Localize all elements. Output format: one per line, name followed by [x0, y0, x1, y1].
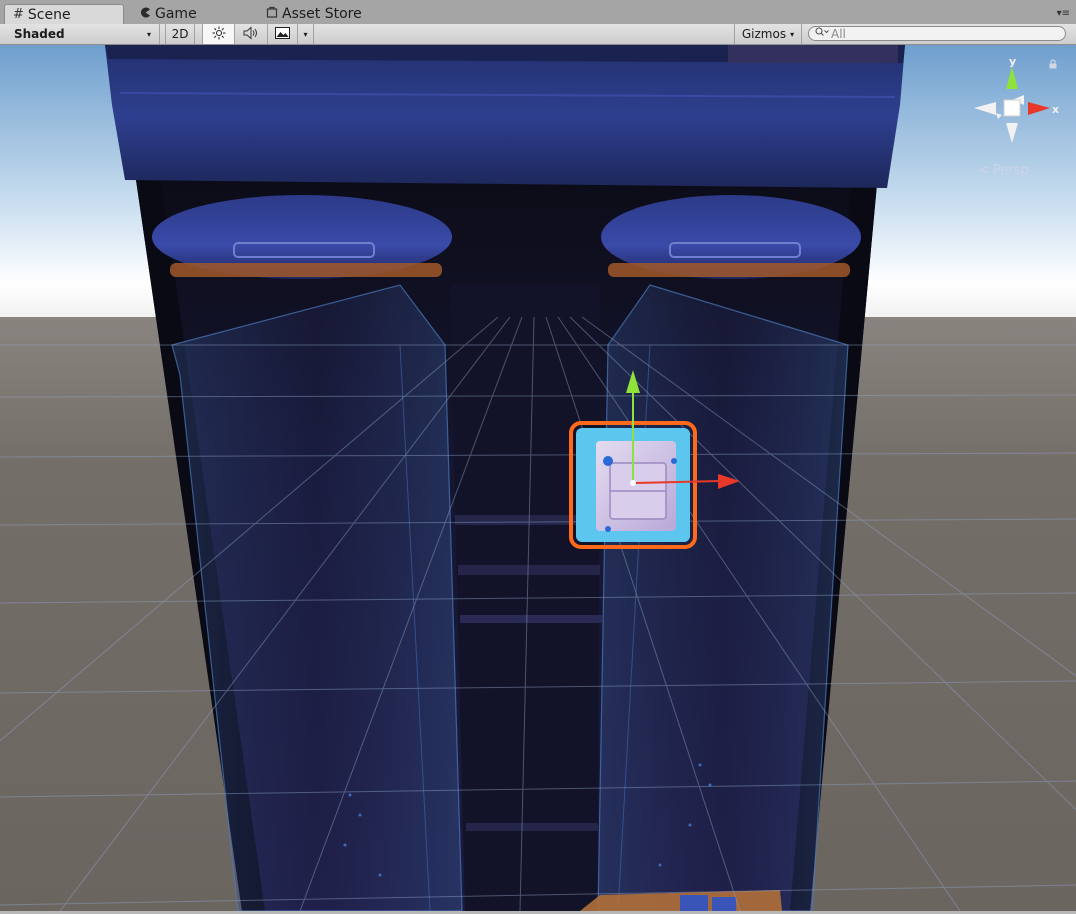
tab-scene[interactable]: # Scene	[4, 4, 124, 24]
gizmo-x-cone[interactable]	[1028, 102, 1050, 115]
2d-mode-toggle[interactable]: 2D	[165, 24, 195, 44]
persp-label: Persp	[993, 163, 1029, 178]
game-pacman-icon	[140, 7, 151, 22]
draw-mode-label: Shaded	[14, 27, 65, 41]
tab-asset-store-label: Asset Store	[282, 6, 362, 22]
scene-audio-toggle[interactable]	[235, 24, 268, 44]
gizmo-x-label: x	[1052, 103, 1059, 116]
scene-search-field[interactable]	[808, 26, 1066, 41]
2d-mode-label: 2D	[171, 27, 189, 41]
lock-icon[interactable]	[1048, 59, 1058, 69]
sun-icon	[212, 26, 226, 43]
scene-lighting-toggle[interactable]	[202, 24, 235, 44]
gizmo-neg-x-cone[interactable]	[974, 102, 996, 115]
chevron-down-icon: ▾	[303, 29, 308, 39]
tab-context-menu-icon[interactable]: ▾≡	[1057, 8, 1070, 19]
tab-asset-store[interactable]: Asset Store	[258, 4, 388, 24]
chevron-down-icon: ▾	[146, 29, 151, 39]
gizmos-label: Gizmos	[741, 27, 787, 41]
gizmos-dropdown[interactable]: Gizmos ▾	[734, 24, 802, 44]
scene-render	[0, 45, 1076, 911]
draw-mode-dropdown[interactable]: Shaded ▾	[0, 24, 160, 44]
scene-effects-toggle[interactable]	[268, 24, 298, 44]
gizmo-center-cube[interactable]	[1003, 99, 1021, 117]
scene-viewport[interactable]: y x < Persp	[0, 45, 1076, 911]
machine-model[interactable]	[105, 45, 905, 911]
tab-scene-label: Scene	[27, 6, 71, 23]
gizmo-y-cone[interactable]	[1006, 67, 1018, 89]
tab-game[interactable]: Game	[132, 4, 252, 24]
asset-store-bag-icon	[266, 6, 278, 22]
tab-game-label: Game	[155, 6, 197, 22]
search-input[interactable]	[831, 26, 1051, 41]
gizmo-neg-y-cone[interactable]	[1006, 123, 1018, 143]
perspective-toggle[interactable]: < Persp	[978, 163, 1029, 178]
gizmo-y-label: y	[1009, 55, 1016, 68]
search-icon	[815, 27, 829, 40]
scene-view-tab-bar: # Scene Game Asset Store ▾≡	[0, 0, 1076, 25]
effects-dropdown-arrow[interactable]: ▾	[298, 24, 314, 44]
persp-arrow-icon: <	[978, 163, 989, 178]
chevron-down-icon: ▾	[790, 29, 795, 39]
image-effects-icon	[275, 26, 290, 42]
scene-grid-icon: #	[13, 7, 24, 22]
scene-toolbar: Shaded ▾ 2D ▾ Gizmos ▾ All	[0, 24, 1076, 45]
speaker-icon	[243, 25, 259, 43]
